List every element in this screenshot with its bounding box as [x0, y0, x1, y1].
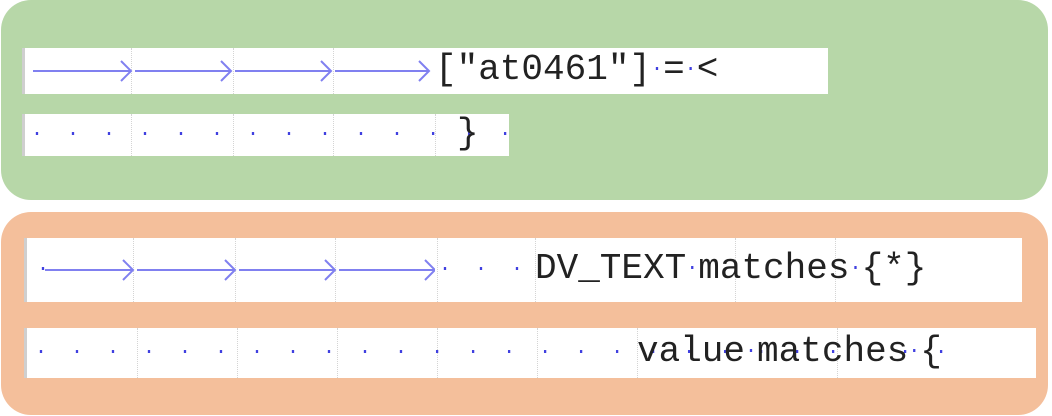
- tab-arrow-icon: [45, 259, 435, 281]
- assign-operator: =: [663, 49, 685, 90]
- space-dot-marker: ·: [745, 339, 758, 363]
- tab-arrow-icon: [33, 60, 431, 82]
- code-line-dv-text: · · · · · DV_TEXT·matches·{*}: [24, 238, 1022, 302]
- code-text: ["at0461"]·=·<: [435, 49, 718, 90]
- value-keyword: value: [637, 331, 746, 372]
- space-dot-marker: ·: [686, 256, 699, 280]
- open-brace: {: [920, 331, 942, 372]
- array-index-key: ["at0461"]: [435, 49, 652, 90]
- open-angle: <: [696, 49, 719, 90]
- code-line-closing-brace: · · · · · · · · · · · · · · · · · }: [22, 114, 509, 156]
- code-line-at0461: ["at0461"]·=·<: [22, 48, 828, 94]
- space-dot-marker: ·: [849, 256, 862, 280]
- type-keyword: DV_TEXT: [535, 248, 687, 289]
- code-text: DV_TEXT·matches·{*}: [535, 248, 926, 289]
- matches-operator: matches: [757, 331, 909, 372]
- wildcard-braces: {*}: [861, 248, 927, 289]
- space-dot-marker: ·: [684, 57, 697, 81]
- space-dot-marker: ·: [651, 57, 664, 81]
- code-line-value: · · · · · · · · · · · · · · · · · · · · …: [24, 328, 1036, 378]
- matches-operator: matches: [698, 248, 850, 289]
- space-dot-marker: · · · · · · · · · · · · · · · · ·: [31, 123, 509, 146]
- indent-guide: [437, 238, 438, 302]
- space-dot-marker: ·: [908, 339, 921, 363]
- closing-brace: }: [457, 114, 479, 154]
- green-snippet-panel: [1, 0, 1048, 200]
- code-text: value·matches·{: [637, 331, 942, 372]
